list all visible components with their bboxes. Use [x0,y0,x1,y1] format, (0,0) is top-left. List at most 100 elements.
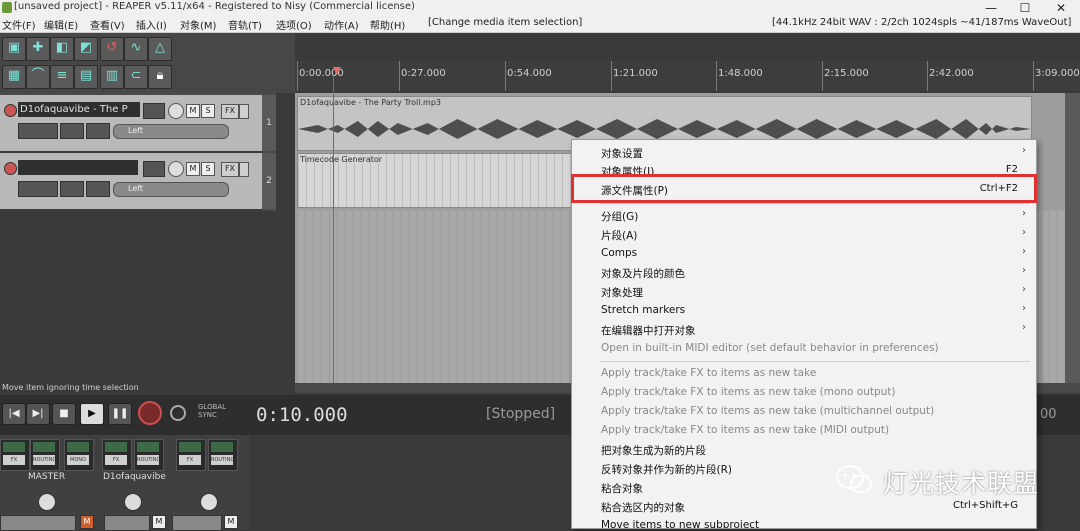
playhead-marker[interactable] [333,67,341,75]
phase-button[interactable] [60,123,84,139]
master-pan-knob[interactable] [38,493,56,511]
ruler-top-region[interactable] [295,33,1080,61]
menu-item-item-settings[interactable]: 对象设置 › [572,143,1036,162]
track-pan-knob[interactable] [124,493,142,511]
fx-button[interactable]: FX [221,104,239,119]
menu-item-open-midi-editor[interactable]: Open in built-in MIDI editor (set defaul… [572,339,1036,358]
envelope-button[interactable] [86,123,110,139]
menu-item-take[interactable]: 片段(A) › [572,225,1036,244]
menu-actions[interactable]: 动作(A) [324,17,359,32]
ruler-tick-label: 1:21.000 [613,68,658,79]
mute-button[interactable]: M [186,104,200,118]
menu-track[interactable]: 音轨(T) [228,17,262,32]
fx-bypass-button[interactable] [239,104,249,119]
menu-item-open-in-editor[interactable]: 在编辑器中打开对象 › [572,320,1036,339]
maximize-icon[interactable]: ☐ [1008,0,1042,16]
mixer-fx-slot[interactable]: FX [0,439,30,471]
crossfade-icon[interactable]: ▥ [100,65,124,89]
mixer-fx-slot[interactable]: FX [102,439,132,471]
automation-mode-button[interactable] [18,123,58,139]
envelope-icon[interactable]: ∿ [124,37,148,61]
save-project-icon[interactable]: ◧ [50,37,74,61]
fast-forward-icon[interactable]: ▶| [26,403,50,425]
menu-item-apply-fx-mono[interactable]: Apply track/take FX to items as new take… [572,383,1036,402]
track-io-button[interactable] [143,161,165,177]
pan-slider[interactable]: Left [113,124,229,139]
metronome-icon[interactable]: △ [148,37,172,61]
grid-icon[interactable]: ▦ [2,65,26,89]
solo-button[interactable]: S [201,162,215,176]
menu-edit[interactable]: 编辑(E) [44,17,78,32]
menu-item-processing[interactable]: 对象处理 › [572,282,1036,301]
ruler-tick-label: 2:15.000 [824,68,869,79]
mute-button[interactable]: M [186,162,200,176]
track-name-field[interactable]: D1ofaquavibe - The P [18,102,140,117]
new-project-icon[interactable]: ▣ [2,37,26,61]
loop-points-icon[interactable]: ⊂ [124,65,148,89]
undo-icon[interactable]: ↺ [100,37,124,61]
menu-item-colors[interactable]: 对象及片段的颜色 › [572,263,1036,282]
loop-icon[interactable] [170,405,186,421]
vertical-scrollbar[interactable] [1065,93,1080,383]
menu-insert[interactable]: 插入(I) [136,17,167,32]
menu-help[interactable]: 帮助(H) [370,17,405,32]
menu-item-stretch-markers[interactable]: Stretch markers › [572,301,1036,320]
menu-file[interactable]: 文件(F) [2,17,36,32]
menu-item-comps[interactable]: Comps › [572,244,1036,263]
volume-knob[interactable] [168,161,184,177]
audio-device-status[interactable]: [44.1kHz 24bit WAV : 2/2ch 1024spls ~41/… [772,17,1071,28]
close-icon[interactable]: ✕ [1044,0,1078,16]
menu-item-move-to-subproject[interactable]: Move items to new subproject [572,516,1036,528]
mixer-mono-slot[interactable]: MONO [64,439,94,471]
open-project-icon[interactable]: ✚ [26,37,50,61]
track-pan-knob[interactable] [200,493,218,511]
time-display[interactable]: 0:10.000 [256,404,348,426]
pause-icon[interactable]: ❚❚ [108,403,132,425]
snap-icon[interactable]: ⌒ [26,65,50,89]
submenu-arrow-icon: › [1022,227,1026,238]
record-arm-button[interactable] [4,104,17,117]
stop-icon[interactable]: ■ [52,403,76,425]
mixer-routing-slot[interactable]: ROUTING [208,439,238,471]
title-bar: [unsaved project] - REAPER v5.11/x64 - R… [0,0,1080,16]
volume-knob[interactable] [168,103,184,119]
master-mute-button[interactable]: M [80,515,94,529]
menu-view[interactable]: 查看(V) [90,17,125,32]
fx-button[interactable]: FX [221,162,239,177]
record-arm-button[interactable] [4,162,17,175]
menu-item-apply-fx-multichannel[interactable]: Apply track/take FX to items as new take… [572,402,1036,421]
automation-mode-button[interactable] [18,181,58,197]
track-io-button[interactable] [143,103,165,119]
menu-item-group[interactable]: 分组(G) › [572,206,1036,225]
menu-item-apply-fx-midi[interactable]: Apply track/take FX to items as new take… [572,421,1036,440]
item-grouping-icon[interactable]: ▤ [74,65,98,89]
play-icon[interactable]: ▶ [80,403,104,425]
lock-icon[interactable]: 🔒︎ [148,65,172,89]
track-name-field[interactable] [18,160,138,175]
record-icon[interactable] [138,401,162,425]
menu-options[interactable]: 选项(O) [276,17,312,32]
menu-item[interactable]: 对象(M) [180,17,216,32]
track-2-header[interactable]: M S FX Left [0,153,262,211]
menu-item-render-new-take[interactable]: 把对象生成为新的片段 [572,440,1036,459]
track-mute-button[interactable]: M [152,515,166,529]
media-item-label: Timecode Generator [300,155,383,164]
mixer-routing-slot[interactable]: ROUTING [30,439,60,471]
ripple-edit-icon[interactable]: ≡ [50,65,74,89]
mixer-routing-slot[interactable]: ROUTING [134,439,164,471]
solo-button[interactable]: S [201,104,215,118]
global-sync-toggle[interactable]: GLOBAL SYNC [198,403,226,419]
envelope-button[interactable] [86,181,110,197]
track-1-header[interactable]: D1ofaquavibe - The P M S FX Left [0,95,262,153]
fx-bypass-button[interactable] [239,162,249,177]
pan-slider[interactable]: Left [113,182,229,197]
menu-item-apply-fx-new-take[interactable]: Apply track/take FX to items as new take [572,364,1036,383]
minimize-icon[interactable]: — [974,0,1008,16]
timeline-ruler[interactable]: 0:00.000 0:27.000 0:54.000 1:21.000 1:48… [295,61,1080,91]
project-settings-icon[interactable]: ◩ [74,37,98,61]
rewind-icon[interactable]: |◀ [2,403,26,425]
submenu-arrow-icon: › [1022,246,1026,257]
track-mute-button[interactable]: M [224,515,238,529]
mixer-fx-slot[interactable]: FX [176,439,206,471]
phase-button[interactable] [60,181,84,197]
